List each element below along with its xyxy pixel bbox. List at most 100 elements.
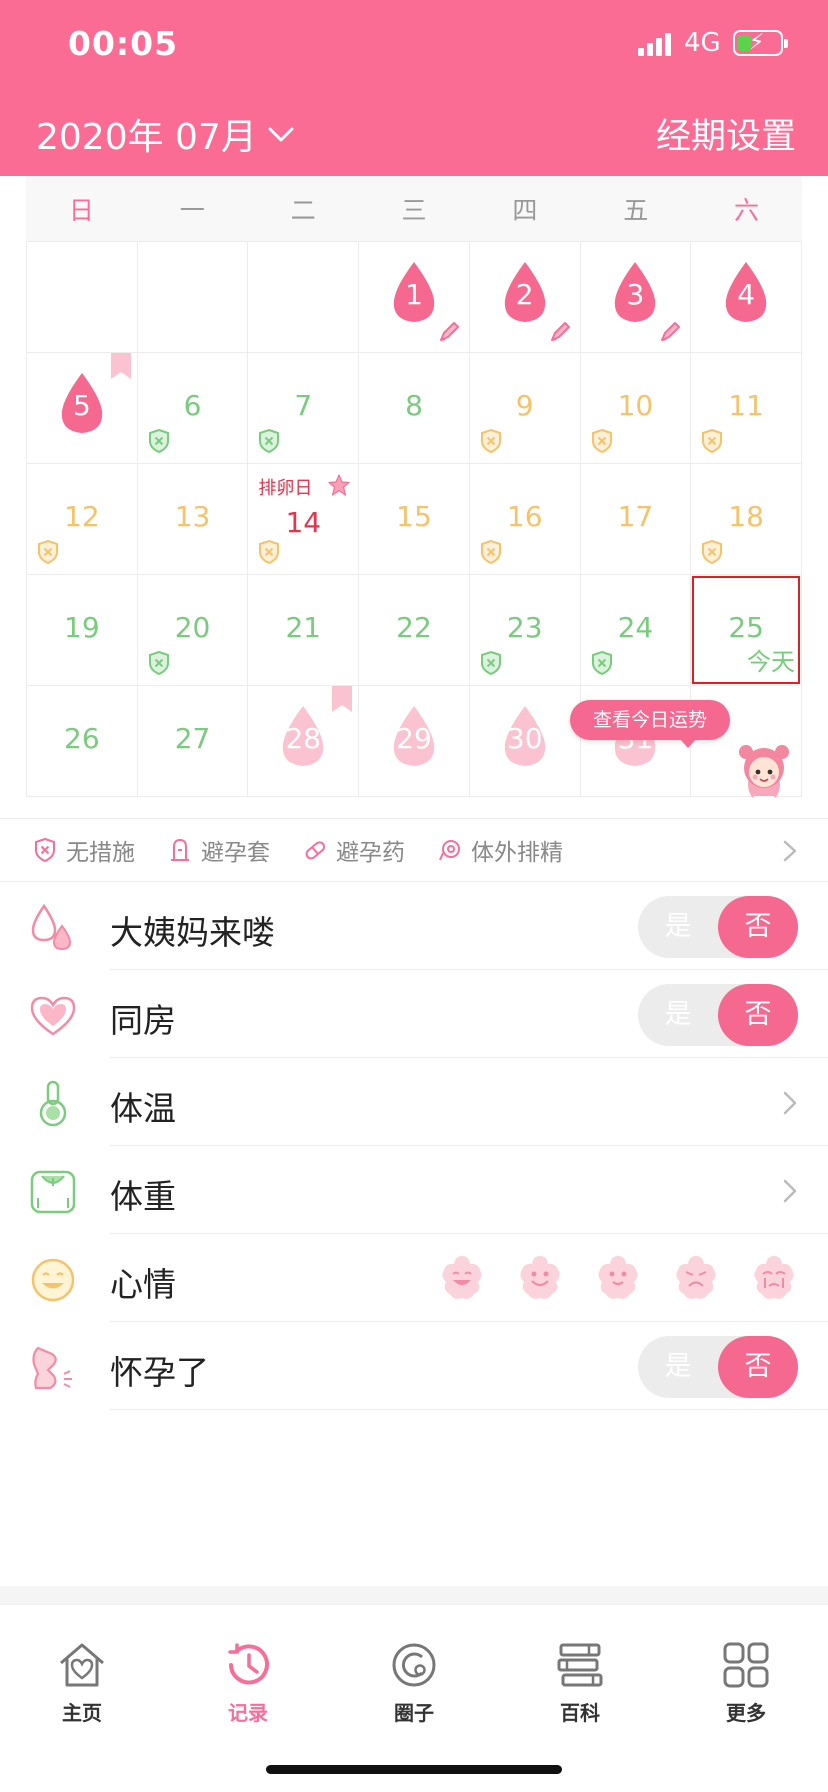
period-settings-button[interactable]: 经期设置 xyxy=(656,108,796,159)
day-number: 24 xyxy=(617,611,654,644)
calendar-day[interactable]: 24 xyxy=(580,575,692,686)
calendar-day[interactable]: 12 xyxy=(27,464,138,575)
calendar-day[interactable]: 2 xyxy=(469,242,581,353)
day-number: 11 xyxy=(728,389,764,422)
day-number: 1 xyxy=(405,278,423,311)
legend-condom: 避孕套 xyxy=(169,833,270,867)
daily-fortune-button[interactable]: 查看今日运势 xyxy=(570,700,730,748)
calendar-day[interactable]: 7 xyxy=(248,353,360,464)
today-label: 今天 xyxy=(747,648,795,676)
calm-face-icon[interactable] xyxy=(592,1252,644,1304)
calendar-day[interactable]: 17 xyxy=(580,464,692,575)
contraception-legend[interactable]: 无措施 避孕套 避孕药 体外排精 xyxy=(0,818,828,882)
shield-x-icon xyxy=(148,429,169,453)
pencil-icon xyxy=(550,322,570,341)
mascot-girl-icon[interactable] xyxy=(734,738,794,810)
calendar-day[interactable]: 4 xyxy=(691,242,802,353)
smile-face-icon[interactable] xyxy=(514,1252,566,1304)
shield-x-icon xyxy=(480,651,501,675)
condom-icon xyxy=(171,838,189,861)
shield-x-icon xyxy=(259,540,280,564)
calendar-day[interactable]: 16 xyxy=(469,464,581,575)
calendar-day[interactable]: 27 xyxy=(137,686,249,797)
shield-x-icon xyxy=(259,429,280,453)
intimacy-toggle[interactable]: 是 否 xyxy=(638,984,798,1046)
calendar-day[interactable]: 19 xyxy=(27,575,138,686)
calendar-day[interactable]: 10 xyxy=(580,353,692,464)
tab-circle[interactable]: 圈子 xyxy=(364,1641,464,1726)
day-number: 16 xyxy=(506,500,543,533)
chevron-down-icon xyxy=(268,127,294,142)
calendar-day[interactable]: 26 xyxy=(27,686,138,797)
record-label: 体温 xyxy=(110,1089,176,1128)
toggle-yes[interactable]: 是 xyxy=(638,1336,718,1398)
tab-home[interactable]: 主页 xyxy=(32,1641,132,1726)
toggle-no[interactable]: 否 xyxy=(718,896,798,958)
calendar-day[interactable]: 15 xyxy=(359,464,470,575)
swirl-icon xyxy=(439,840,460,861)
day-number: 3 xyxy=(626,278,645,311)
tab-records[interactable]: 记录 xyxy=(198,1641,298,1726)
calendar-day[interactable]: 1 xyxy=(359,242,470,353)
tab-more[interactable]: 更多 xyxy=(696,1641,796,1726)
calendar-day[interactable]: 23 xyxy=(469,575,581,686)
weekday-label: 二 xyxy=(290,195,316,225)
calendar-day[interactable]: 18 xyxy=(691,464,802,575)
calendar-day[interactable]: 21 xyxy=(248,575,360,686)
calendar-day[interactable]: 13 xyxy=(137,464,249,575)
day-number: 8 xyxy=(405,389,423,422)
calendar-day[interactable]: 22 xyxy=(359,575,470,686)
cry-face-icon[interactable] xyxy=(748,1252,800,1304)
calendar-day[interactable]: 29 xyxy=(359,686,470,797)
toggle-yes[interactable]: 是 xyxy=(638,984,718,1046)
home-indicator xyxy=(266,1765,562,1774)
calendar-day[interactable]: 3 xyxy=(580,242,692,353)
calendar-day[interactable]: 8 xyxy=(359,353,470,464)
shield-x-icon xyxy=(148,651,169,675)
record-list: 大姨妈来喽 是 否 同房 是 否 体温 体重 心情 怀孕了 是 否 xyxy=(0,882,828,1410)
clock-icon xyxy=(228,1643,269,1685)
calendar-day[interactable]: 11 xyxy=(691,353,802,464)
toggle-no[interactable]: 否 xyxy=(718,984,798,1046)
home-heart-icon xyxy=(60,1643,104,1687)
calendar-day[interactable]: 9 xyxy=(469,353,581,464)
calendar-day[interactable]: 20 xyxy=(137,575,249,686)
weekday-header: 日一二三四五六 xyxy=(26,176,802,242)
day-number: 9 xyxy=(515,389,534,422)
day-number: 13 xyxy=(174,500,211,533)
calendar-day[interactable]: 14 排卵日 xyxy=(248,464,360,575)
chevron-right-icon xyxy=(783,1091,797,1115)
tab-encyclopedia[interactable]: 百科 xyxy=(530,1641,630,1726)
month-selector[interactable]: 2020年 07月 xyxy=(36,108,295,160)
calendar-day[interactable]: 5 xyxy=(27,353,138,464)
record-weight[interactable]: 体重 xyxy=(0,1146,828,1234)
mood-options xyxy=(436,1252,800,1304)
section-divider xyxy=(0,1586,828,1604)
pregnancy-icon xyxy=(32,1346,72,1390)
toggle-yes[interactable]: 是 xyxy=(638,896,718,958)
ovulation-label: 排卵日 xyxy=(258,478,313,499)
day-number: 15 xyxy=(396,500,432,533)
circle-icon xyxy=(392,1643,436,1687)
record-temperature[interactable]: 体温 xyxy=(0,1058,828,1146)
day-number: 21 xyxy=(285,611,322,644)
legend-pill: 避孕药 xyxy=(304,833,405,867)
toggle-no[interactable]: 否 xyxy=(718,1336,798,1398)
calendar-day[interactable]: 25 今天 xyxy=(691,575,802,686)
period-toggle[interactable]: 是 否 xyxy=(638,896,798,958)
happy-face-icon[interactable] xyxy=(436,1252,488,1304)
pregnant-toggle[interactable]: 是 否 xyxy=(638,1336,798,1398)
shield-x-icon xyxy=(702,540,723,564)
calendar-day[interactable]: 6 xyxy=(137,353,249,464)
calendar-empty-cell xyxy=(248,242,360,353)
heart-icon xyxy=(30,996,76,1036)
tab-label: 主页 xyxy=(62,1701,102,1725)
calendar-day[interactable]: 30 xyxy=(469,686,581,797)
day-number: 7 xyxy=(294,389,313,422)
drops-icon xyxy=(31,904,72,951)
day-number: 27 xyxy=(174,722,211,755)
shield-x-icon xyxy=(480,429,501,453)
calendar-day[interactable]: 28 xyxy=(248,686,360,797)
sad-face-icon[interactable] xyxy=(670,1252,722,1304)
legend-no-measure: 无措施 xyxy=(34,833,135,867)
